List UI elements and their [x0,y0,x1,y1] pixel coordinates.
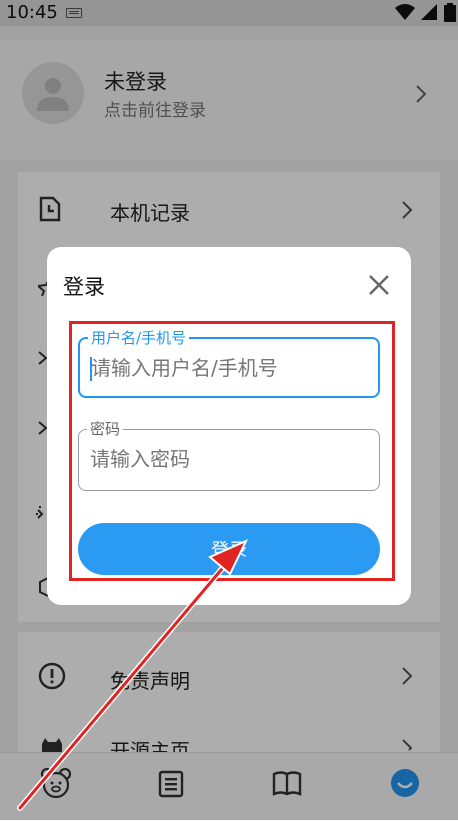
dialog-title: 登录 [63,275,105,299]
username-label: 用户名/手机号 [88,329,190,347]
login-button[interactable]: 登录 [78,523,380,575]
password-field: 密码 [78,420,380,491]
username-field: 用户名/手机号 [78,329,380,398]
login-dialog: 登录 用户名/手机号 密码 登录 [47,247,411,605]
password-label: 密码 [87,420,124,438]
close-icon[interactable] [365,271,393,299]
username-input[interactable] [89,352,361,384]
password-input[interactable] [88,443,360,475]
